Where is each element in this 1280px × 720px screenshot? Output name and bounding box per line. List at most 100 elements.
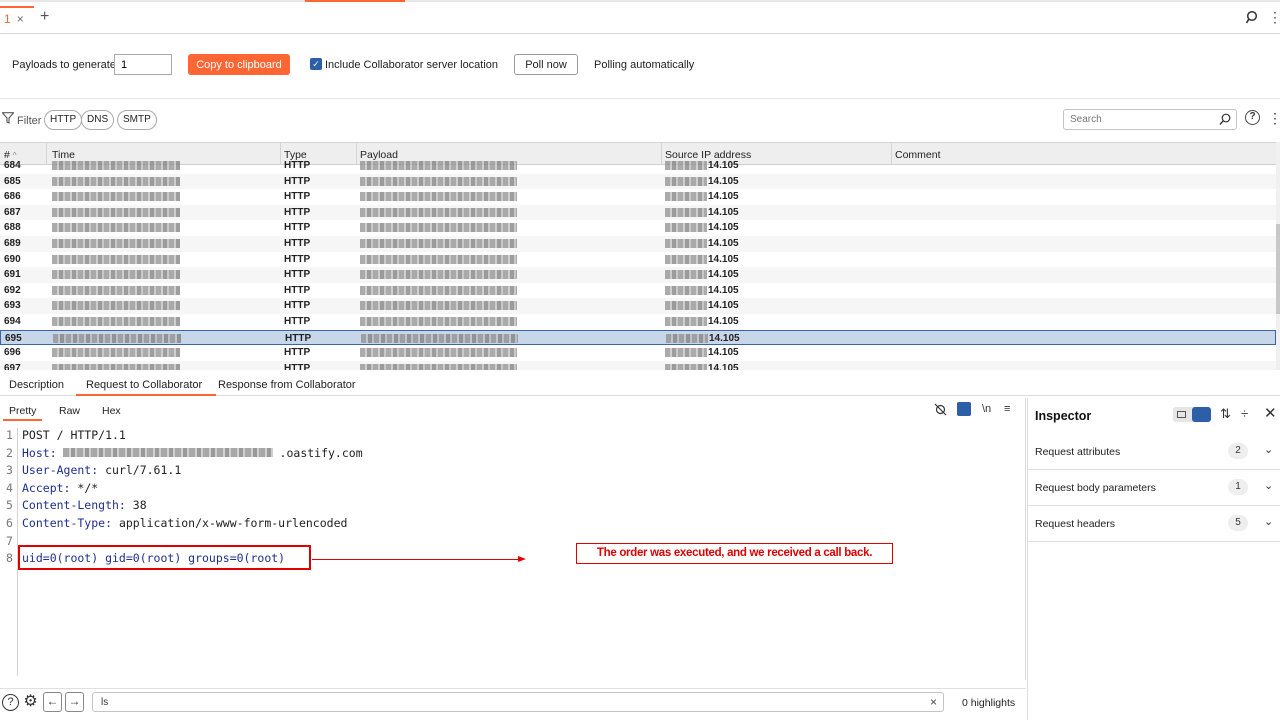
cell-number: 690: [4, 253, 21, 265]
filter-pill-http[interactable]: HTTP: [44, 110, 83, 130]
editor-tabs: Pretty Raw Hex \n ≡: [0, 398, 1026, 422]
tab-pretty[interactable]: Pretty: [2, 405, 43, 421]
chevron-down-icon[interactable]: ⌄: [1264, 479, 1273, 492]
table-search-input[interactable]: [1070, 110, 1220, 128]
cell-source-ip: 14.105: [708, 175, 739, 187]
inspector-request-attributes[interactable]: Request attributes 2 ⌄: [1028, 434, 1280, 470]
cell-type: HTTP: [284, 253, 311, 265]
close-icon[interactable]: ✕: [1264, 404, 1277, 422]
code-line: 4 Accept: */*: [0, 481, 1000, 499]
table-row[interactable]: 685 HTTP 14.105: [0, 173, 1276, 190]
redacted-host: [62, 447, 273, 457]
payloads-count-input[interactable]: [114, 54, 172, 75]
split-icon[interactable]: ÷: [1241, 406, 1248, 421]
cell-type: HTTP: [284, 206, 311, 218]
redacted-ip-prefix: [665, 207, 707, 217]
forward-arrow-icon[interactable]: →: [65, 692, 84, 712]
poll-now-button[interactable]: Poll now: [514, 54, 578, 75]
table-row[interactable]: 694 HTTP 14.105: [0, 314, 1276, 330]
filter-icon[interactable]: [2, 112, 14, 124]
inspector-row-label: Request body parameters: [1035, 482, 1156, 494]
include-location-checkbox[interactable]: ✓: [310, 58, 322, 70]
cell-source-ip: 14.105: [708, 362, 739, 370]
line-value: .oastify.com: [272, 445, 363, 460]
layout-split-icon[interactable]: [1192, 407, 1211, 422]
layout-single-icon[interactable]: [1177, 411, 1186, 418]
inspector-request-headers[interactable]: Request headers 5 ⌄: [1028, 506, 1280, 542]
hide-eye-icon[interactable]: [934, 403, 947, 416]
filter-pill-smtp[interactable]: SMTP: [117, 110, 157, 130]
table-scrollbar[interactable]: [1276, 142, 1280, 370]
filter-label[interactable]: Filter: [17, 115, 41, 127]
layout-toggle[interactable]: [1173, 407, 1211, 422]
line-number: 7: [6, 533, 13, 548]
chevron-down-icon[interactable]: ⌄: [1264, 515, 1273, 528]
table-row[interactable]: 684 HTTP 14.105: [0, 158, 1276, 174]
clear-icon[interactable]: ×: [930, 695, 937, 709]
scrollbar-thumb[interactable]: [1276, 224, 1280, 314]
back-arrow-icon[interactable]: ←: [43, 692, 62, 712]
table-search-box[interactable]: [1063, 109, 1237, 130]
filter-pill-dns[interactable]: DNS: [81, 110, 115, 130]
cell-source-ip: 14.105: [708, 160, 739, 171]
tab-description[interactable]: Description: [9, 379, 64, 391]
redacted-time: [52, 176, 180, 186]
chevron-down-icon[interactable]: ⌄: [1264, 443, 1273, 456]
line-number: 5: [6, 498, 13, 513]
cell-number: 691: [4, 269, 21, 281]
table-row[interactable]: 693 HTTP 14.105: [0, 298, 1276, 314]
inspector-request-body-parameters[interactable]: Request body parameters 1 ⌄: [1028, 470, 1280, 506]
cell-type: HTTP: [284, 160, 311, 171]
redacted-payload: [360, 363, 517, 370]
table-row[interactable]: 687 HTTP 14.105: [0, 204, 1276, 221]
search-value: ls: [101, 697, 109, 708]
table-row[interactable]: 695 HTTP 14.105: [0, 329, 1276, 346]
help-icon[interactable]: ?: [1245, 110, 1260, 125]
more-icon[interactable]: ⋮: [1268, 110, 1280, 127]
more-icon[interactable]: ⋮: [1268, 9, 1280, 26]
table-row[interactable]: 691 HTTP 14.105: [0, 267, 1276, 283]
tab-hex[interactable]: Hex: [102, 405, 121, 417]
close-icon[interactable]: ×: [17, 12, 24, 26]
table-row[interactable]: 689 HTTP 14.105: [0, 236, 1276, 252]
cell-source-ip: 14.105: [708, 191, 739, 203]
line-value: application/x-www-form-urlencoded: [112, 516, 348, 530]
table-row[interactable]: 692 HTTP 14.105: [0, 283, 1276, 299]
redacted-payload: [360, 223, 517, 233]
wrap-lines-icon[interactable]: [957, 402, 971, 416]
line-value: curl/7.61.1: [98, 463, 182, 478]
table-row[interactable]: 686 HTTP 14.105: [0, 189, 1276, 205]
table-row[interactable]: 697 HTTP 14.105: [0, 360, 1276, 370]
code-line: 2 Host: .oastify.com: [0, 446, 1000, 464]
add-tab-icon[interactable]: +: [40, 8, 49, 26]
header-name: Accept:: [22, 480, 71, 495]
cell-source-ip: 14.105: [708, 284, 739, 296]
table-row[interactable]: 696 HTTP 14.105: [0, 345, 1276, 361]
newline-icon[interactable]: \n: [982, 403, 991, 415]
tab-raw[interactable]: Raw: [59, 405, 80, 417]
table-row[interactable]: 690 HTTP 14.105: [0, 252, 1276, 268]
help-icon[interactable]: ?: [2, 694, 19, 711]
highlights-count: 0 highlights: [962, 697, 1016, 709]
copy-to-clipboard-button[interactable]: Copy to clipboard: [188, 54, 290, 75]
redacted-payload: [360, 176, 517, 186]
redacted-payload: [360, 348, 517, 358]
tab-1[interactable]: 1 ×: [0, 6, 34, 30]
editor-search-input[interactable]: ls ×: [92, 692, 944, 712]
redacted-ip-prefix: [665, 317, 707, 326]
menu-icon[interactable]: ≡: [1004, 403, 1010, 415]
search-icon[interactable]: [1246, 10, 1260, 24]
line-text: Content-Type: application/x-www-form-url…: [22, 516, 347, 530]
align-icon[interactable]: ⇅: [1220, 406, 1231, 422]
settings-icon[interactable]: ⚙: [22, 694, 39, 711]
code-line: 3 User-Agent: curl/7.61.1: [0, 463, 1000, 481]
tab-request-to-collaborator[interactable]: Request to Collaborator: [75, 379, 217, 396]
cell-source-ip: 14.105: [708, 300, 739, 312]
cell-source-ip: 14.105: [708, 316, 739, 327]
cell-number: 686: [4, 191, 21, 203]
tab-response-from-collaborator[interactable]: Response from Collaborator: [218, 379, 356, 391]
table-row[interactable]: 688 HTTP 14.105: [0, 220, 1276, 236]
redacted-ip-prefix: [665, 301, 707, 311]
cell-number: 687: [4, 206, 21, 218]
cell-source-ip: 14.105: [708, 222, 739, 234]
